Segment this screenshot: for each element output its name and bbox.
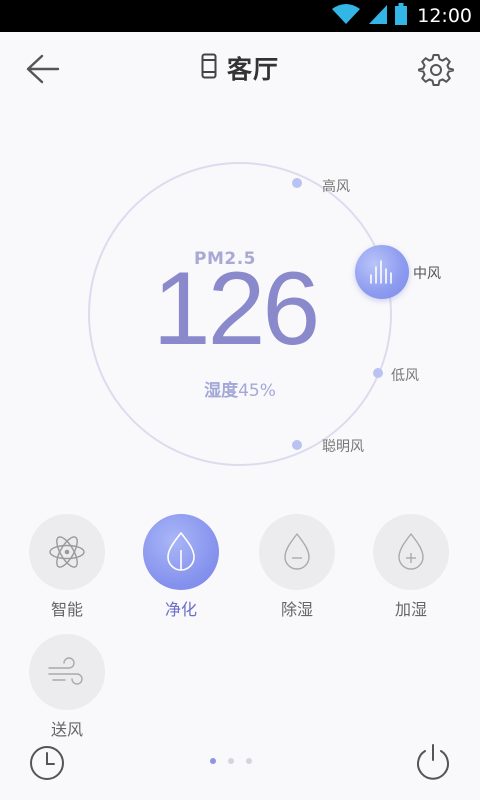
mode-purify-label: 净化 <box>164 600 197 619</box>
drop-plus-icon <box>398 533 424 570</box>
mode-purify-circle <box>143 514 219 590</box>
drop-minus-icon <box>284 533 310 570</box>
speed-dot-smart[interactable] <box>292 440 302 450</box>
speed-dot-high[interactable] <box>292 178 302 188</box>
power-icon <box>417 744 449 780</box>
humidity-value: 45% <box>238 381 276 401</box>
speed-label-low[interactable]: 低风 <box>391 365 419 385</box>
humidity-readout: 湿度45% <box>170 376 310 401</box>
power-button[interactable] <box>414 742 452 782</box>
speed-dot-low[interactable] <box>373 368 383 378</box>
mode-fan-circle <box>29 634 105 710</box>
leaf-drop-icon <box>167 532 195 571</box>
speed-label-smart[interactable]: 聪明风 <box>322 436 364 456</box>
mode-dehumidify-circle <box>259 514 335 590</box>
page-dot-3[interactable] <box>246 758 252 764</box>
mode-humidify-circle <box>373 514 449 590</box>
speed-label-medium[interactable]: 中风 <box>413 263 441 283</box>
bottom-bar <box>0 736 480 800</box>
mode-humidify-button[interactable]: 加湿 <box>356 514 466 620</box>
timer-button[interactable] <box>28 744 66 782</box>
mode-purify-button[interactable]: 净化 <box>126 514 236 620</box>
clock-icon <box>30 746 64 780</box>
page-dot-2[interactable] <box>228 758 234 764</box>
bars-icon <box>370 260 392 284</box>
mode-humidify-label: 加湿 <box>394 600 427 619</box>
mode-dehumidify-button[interactable]: 除湿 <box>242 514 352 620</box>
speed-label-high[interactable]: 高风 <box>322 176 350 196</box>
atom-icon <box>49 536 85 568</box>
mode-smart-button[interactable]: 智能 <box>12 514 122 620</box>
mode-smart-circle <box>29 514 105 590</box>
humidity-label: 湿度 <box>204 381 239 401</box>
page-dot-1[interactable] <box>210 758 216 764</box>
fan-speed-knob[interactable] <box>355 245 409 299</box>
mode-dehumidify-label: 除湿 <box>280 600 313 619</box>
air-quality-dial: 高风 中风 低风 聪明风 PM2.5 126 湿度45% <box>0 0 480 500</box>
page-indicator <box>210 758 252 764</box>
mode-smart-label: 智能 <box>50 600 83 619</box>
mode-fan-button[interactable]: 送风 <box>12 634 122 740</box>
pm-value: 126 <box>152 251 321 367</box>
wind-icon <box>48 657 83 685</box>
